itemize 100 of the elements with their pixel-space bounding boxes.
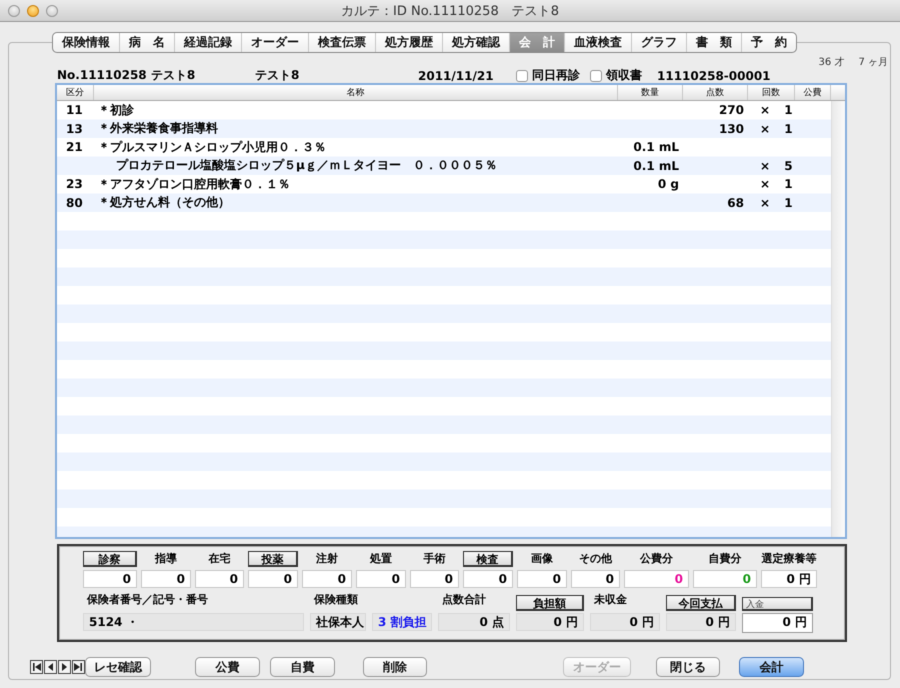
patient-name: テスト8 bbox=[255, 67, 300, 84]
table-cell-text: 21 bbox=[65, 140, 84, 154]
age-years: 36 才 bbox=[818, 56, 844, 67]
column-header[interactable]: 数量 bbox=[618, 85, 683, 100]
field-label: 保険種類 bbox=[312, 592, 359, 608]
tab[interactable]: 検査伝票 bbox=[308, 33, 375, 52]
skip-forward-icon[interactable] bbox=[72, 660, 85, 674]
table-cell-text: 23 bbox=[65, 177, 84, 192]
column-header[interactable]: 名称 bbox=[94, 85, 618, 100]
table-cell-text: ＊初診 bbox=[97, 102, 135, 119]
table-cell-text: × 1 bbox=[759, 196, 794, 210]
amount-field[interactable]: 0 bbox=[248, 570, 298, 588]
tab[interactable]: オーダー bbox=[241, 33, 308, 52]
column-header[interactable]: 回数 bbox=[748, 85, 795, 100]
table-cell-text: 130 bbox=[718, 122, 745, 136]
value-field: 3 割負担 bbox=[372, 613, 432, 631]
column-header[interactable]: 公費 bbox=[795, 85, 831, 100]
checkbox-label: 同日再診 bbox=[532, 67, 580, 84]
amount-field[interactable]: 0 bbox=[410, 570, 459, 588]
category-button[interactable]: 検査 bbox=[463, 551, 513, 567]
visit-date: 2011/11/21 bbox=[418, 68, 495, 82]
field-label: 公費分 bbox=[638, 551, 674, 567]
table-cell-text: 0.1 mL bbox=[632, 158, 680, 173]
value-field: 5124 ・ bbox=[83, 613, 304, 631]
deposit-button[interactable]: 入金 bbox=[742, 597, 813, 611]
tab[interactable]: 書 類 bbox=[686, 33, 741, 52]
amount-field[interactable]: 0 bbox=[571, 570, 620, 588]
table-cell-text: ＊アフタゾロン口腔用軟膏０．１％ bbox=[97, 176, 291, 193]
value-field: 0 点 bbox=[438, 613, 510, 631]
table-cell-text: × 1 bbox=[759, 103, 794, 118]
amount-field[interactable]: 0 bbox=[83, 570, 137, 588]
table-cell-text: ＊処方せん料（その他） bbox=[97, 194, 231, 212]
minimize-button[interactable] bbox=[27, 4, 39, 16]
checkbox-label: 領収書 bbox=[606, 67, 642, 84]
amount-field[interactable]: 0 bbox=[302, 570, 352, 588]
patient-id: No.11110258 テスト8 bbox=[57, 67, 196, 84]
field-label: 処置 bbox=[368, 551, 393, 567]
table-cell-text: × 1 bbox=[759, 177, 794, 192]
amount-field[interactable]: 0 bbox=[141, 570, 191, 588]
tab[interactable]: 血液検査 bbox=[564, 33, 631, 52]
close-button[interactable] bbox=[8, 4, 20, 16]
amount-field[interactable]: 0 bbox=[517, 570, 567, 588]
tab[interactable]: 処方履歴 bbox=[375, 33, 442, 52]
category-button[interactable]: 負担額 bbox=[516, 595, 584, 611]
footer-button[interactable]: 削除 bbox=[363, 657, 427, 677]
category-button[interactable]: 投薬 bbox=[248, 551, 298, 567]
tab[interactable]: 保険情報 bbox=[53, 33, 119, 52]
field-label: 画像 bbox=[530, 551, 554, 567]
value-field: 社保本人 bbox=[310, 613, 366, 631]
table-cell-text: 80 bbox=[65, 196, 84, 210]
amount-field[interactable]: 0 bbox=[356, 570, 406, 588]
footer-button[interactable]: 会計 bbox=[739, 657, 804, 677]
window-title: カルテ：ID No.11110258 テスト8 bbox=[341, 4, 559, 18]
column-header[interactable]: 点数 bbox=[683, 85, 748, 100]
zoom-button[interactable] bbox=[46, 4, 58, 16]
input-field[interactable]: 0 円 bbox=[742, 613, 813, 633]
receipt-number: 11110258-00001 bbox=[657, 68, 772, 82]
column-header[interactable]: 区分 bbox=[57, 85, 94, 100]
category-button[interactable]: 今回支払 bbox=[666, 595, 736, 611]
field-label: 注射 bbox=[315, 551, 339, 567]
back-icon[interactable] bbox=[44, 660, 57, 674]
receipt-checkbox[interactable] bbox=[590, 70, 602, 82]
tab[interactable]: 経過記録 bbox=[174, 33, 241, 52]
value-field: 0 円 bbox=[516, 613, 584, 631]
footer-button[interactable]: 自費 bbox=[270, 657, 335, 677]
table-cell-text: ＊プルスマリンＡシロップ小児用０．３％ bbox=[97, 138, 327, 156]
category-button[interactable]: 診察 bbox=[83, 551, 137, 567]
field-label: 点数合計 bbox=[441, 592, 487, 608]
footer-button[interactable]: 公費 bbox=[195, 657, 260, 677]
table-cell-text: × 5 bbox=[759, 158, 794, 173]
field-label: 指導 bbox=[154, 551, 178, 567]
field-label: 未収金 bbox=[593, 592, 628, 608]
table-cell-text: 270 bbox=[718, 103, 745, 118]
table-cell-text: ＊外来栄養食事指導料 bbox=[97, 120, 219, 138]
table-cell-text: 11 bbox=[65, 103, 84, 118]
amount-field[interactable]: 0 bbox=[693, 570, 757, 588]
footer-button[interactable]: レセ確認 bbox=[85, 657, 151, 677]
field-label: その他 bbox=[578, 551, 613, 567]
field-label: 手術 bbox=[422, 551, 446, 567]
footer-button[interactable]: 閉じる bbox=[656, 657, 720, 677]
amount-field[interactable]: 0 bbox=[195, 570, 244, 588]
amount-field[interactable]: 0 bbox=[624, 570, 689, 588]
same-day-checkbox[interactable] bbox=[516, 70, 528, 82]
table-cell-text: 0 g bbox=[656, 177, 680, 192]
amount-field[interactable]: 0 bbox=[463, 570, 513, 588]
field-label: 保険者番号／記号・番号 bbox=[86, 592, 209, 608]
table-cell-text: 68 bbox=[726, 196, 745, 210]
table-cell-text: 13 bbox=[65, 122, 84, 136]
field-label: 選定療養等 bbox=[761, 551, 817, 567]
tab[interactable]: 病 名 bbox=[119, 33, 174, 52]
tab[interactable]: 予 約 bbox=[741, 33, 796, 52]
age-months: 7 ヶ月 bbox=[858, 56, 888, 67]
value-field: 0 円 bbox=[666, 613, 736, 631]
value-field: 0 円 bbox=[590, 613, 660, 631]
table-cell-text: 0.1 mL bbox=[632, 140, 680, 154]
skip-back-icon[interactable] bbox=[30, 660, 43, 674]
forward-icon[interactable] bbox=[58, 660, 71, 674]
tab[interactable]: グラフ bbox=[631, 33, 686, 52]
field-label: 自費分 bbox=[708, 551, 742, 567]
amount-field[interactable]: 0 円 bbox=[761, 570, 817, 588]
